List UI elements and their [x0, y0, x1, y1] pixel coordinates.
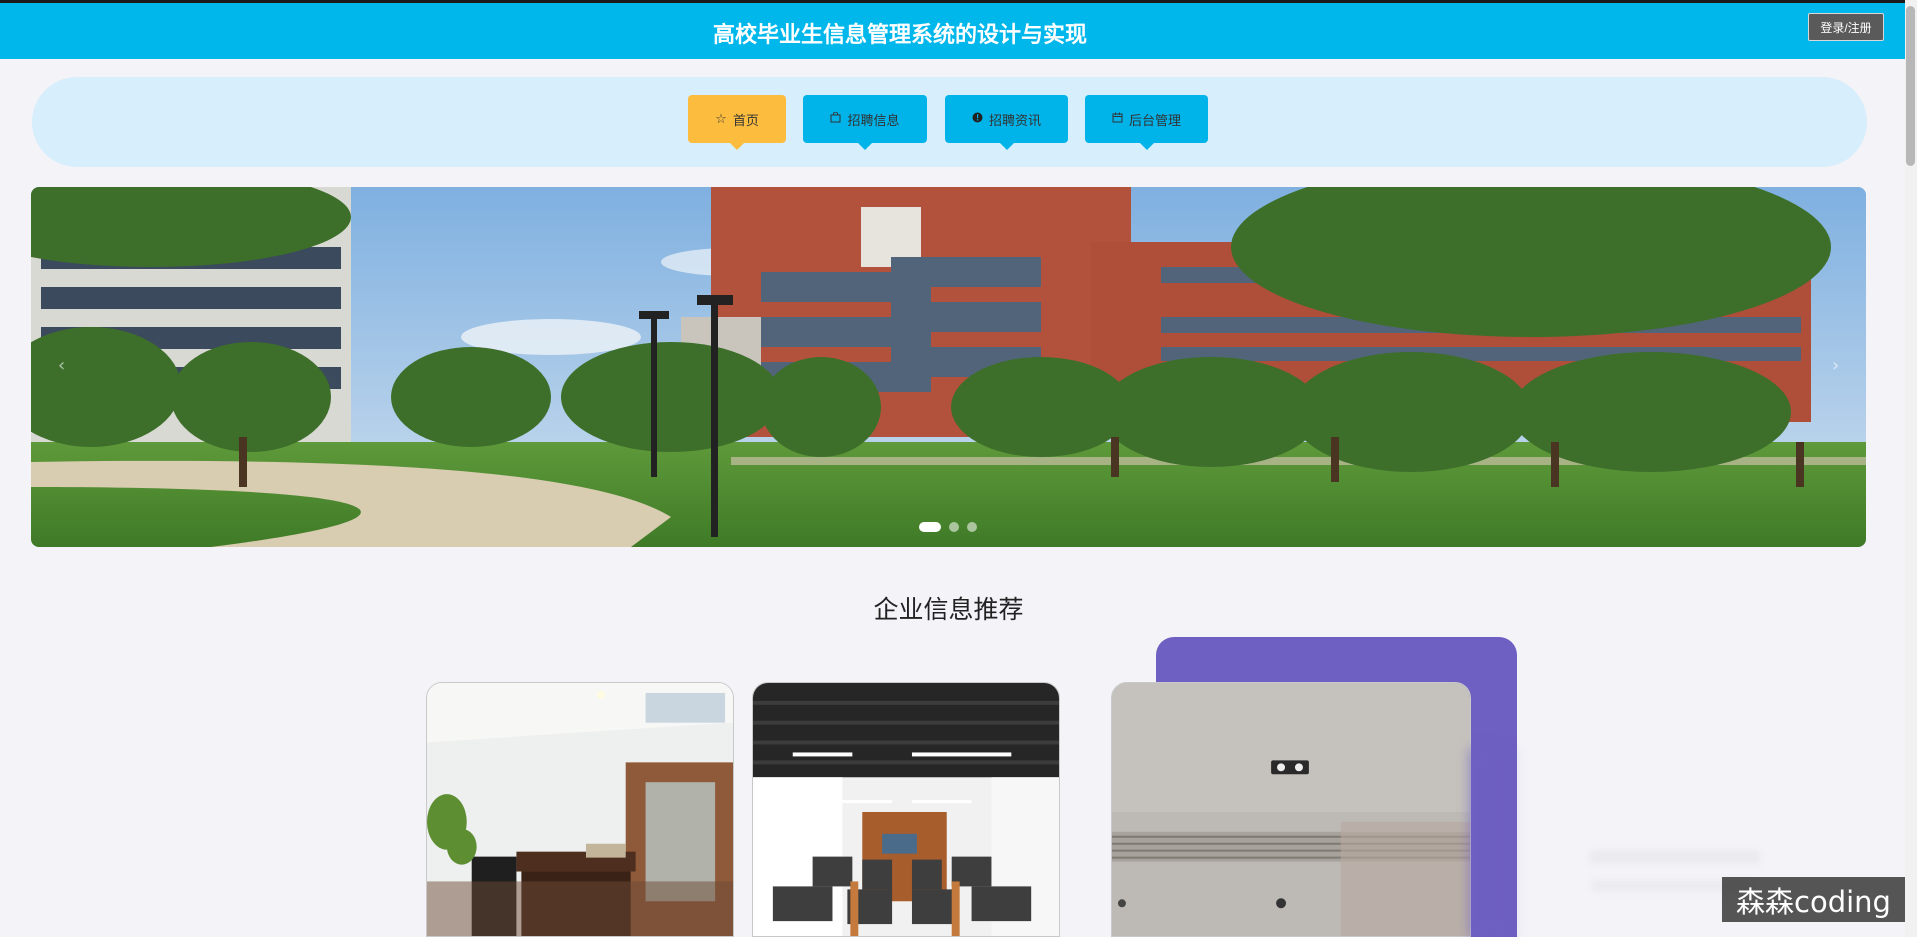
company-card[interactable]: [426, 682, 734, 937]
carousel-dot-2[interactable]: [949, 522, 959, 532]
info-circle-icon: [972, 112, 983, 127]
office-photo: [427, 683, 733, 936]
blurred-overlay: [1470, 748, 1520, 937]
campus-photo: [31, 187, 1866, 547]
shopping-bag-icon: [830, 111, 841, 127]
nav-item-home[interactable]: ☆ 首页: [688, 95, 786, 150]
star-outline-icon: ☆: [715, 111, 727, 127]
carousel-prev-icon[interactable]: ‹: [58, 355, 65, 376]
faded-text-line: [1590, 850, 1760, 864]
calendar-icon: [1112, 112, 1123, 127]
meeting-room-photo: [753, 683, 1059, 936]
carousel-dot-1[interactable]: [919, 522, 941, 532]
section-title: 企业信息推荐: [873, 595, 1024, 624]
login-register-button[interactable]: 登录/注册: [1808, 13, 1884, 41]
site-title: 高校毕业生信息管理系统的设计与实现: [712, 23, 1087, 48]
carousel-indicators: [919, 522, 977, 532]
nav-item-label: 招聘资讯: [988, 113, 1041, 129]
ceiling-photo: [1112, 683, 1470, 936]
scrollbar-thumb[interactable]: [1906, 6, 1915, 166]
company-card-featured[interactable]: [1111, 682, 1471, 937]
nav-item-recruitment-news[interactable]: 招聘资讯: [945, 95, 1068, 150]
nav-item-label: 后台管理: [1128, 113, 1181, 129]
company-card[interactable]: [752, 682, 1060, 937]
carousel-dot-3[interactable]: [967, 522, 977, 532]
header-bar: 高校毕业生信息管理系统的设计与实现: [0, 0, 1905, 59]
nav-item-label: 招聘信息: [847, 113, 900, 129]
banner-carousel[interactable]: [31, 187, 1866, 547]
watermark: 森森coding: [1722, 877, 1905, 922]
nav-item-recruitment-info[interactable]: 招聘信息: [803, 95, 927, 150]
nav-item-admin[interactable]: 后台管理: [1085, 95, 1208, 150]
nav-item-label: 首页: [732, 113, 759, 129]
carousel-next-icon[interactable]: ›: [1832, 355, 1839, 376]
